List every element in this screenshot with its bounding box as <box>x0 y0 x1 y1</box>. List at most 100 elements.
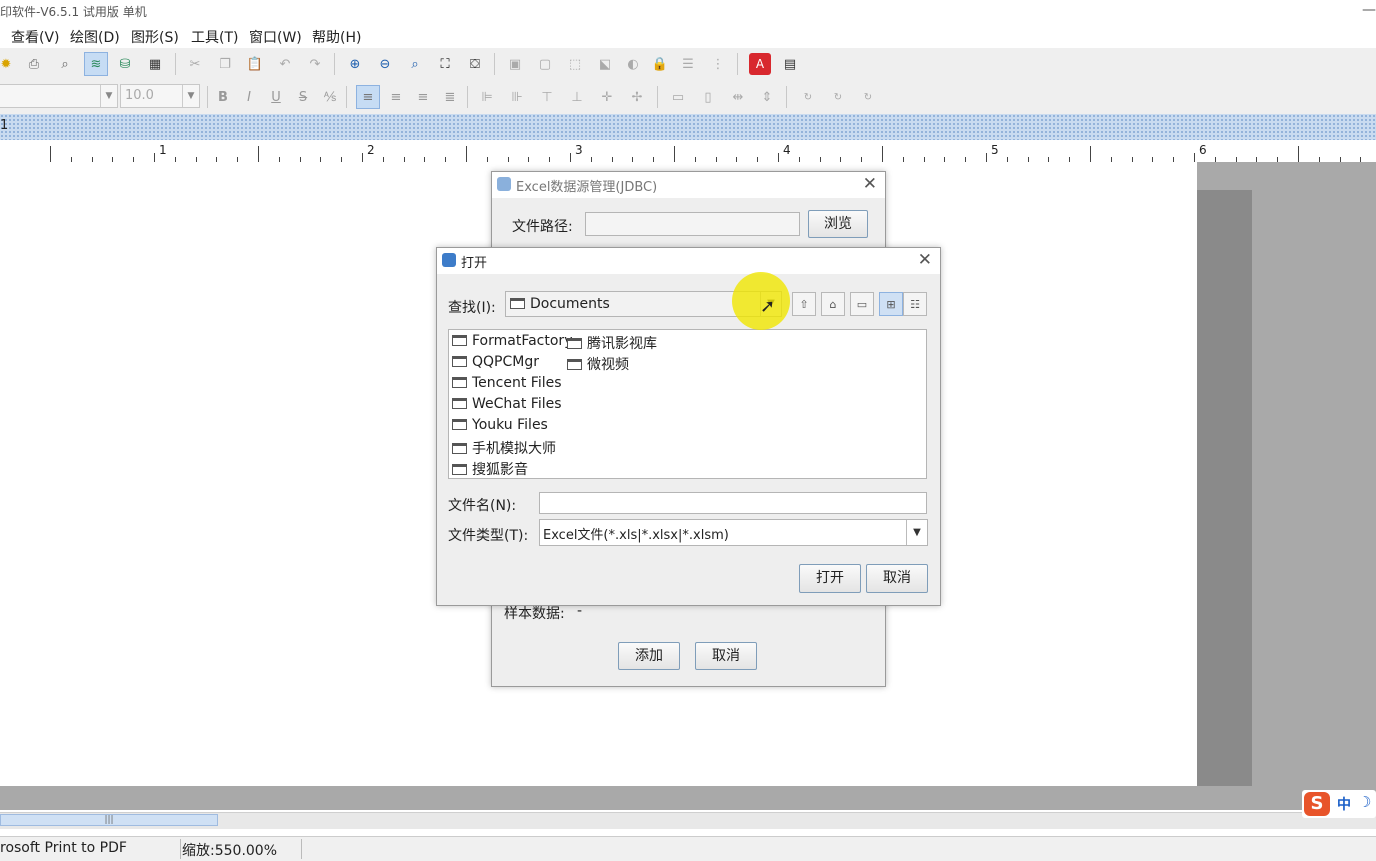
bold-icon[interactable]: B <box>213 87 233 107</box>
group-icon[interactable]: ▣ <box>505 54 525 74</box>
menu-shape[interactable]: 图形(S) <box>131 27 179 47</box>
calculator-icon[interactable]: ▤ <box>780 54 800 74</box>
redo-icon[interactable]: ↷ <box>305 54 325 74</box>
open-button[interactable]: 打开 <box>799 564 861 593</box>
new-folder-icon[interactable]: ▭ <box>850 292 874 316</box>
print-preview-icon[interactable]: ⌕ <box>55 54 75 74</box>
align-center-icon[interactable]: ≡ <box>386 87 406 107</box>
copy-icon[interactable]: ❐ <box>215 54 235 74</box>
menu-view[interactable]: 查看(V) <box>11 27 60 47</box>
text-effect-icon[interactable]: ⅍ <box>320 87 340 107</box>
format-toolbar: ▼ 10.0 ▼ B I U S ⅍ ≡ ≡ ≡ ≣ ⊫ ⊪ ⊤ ⊥ ✛ ✢ ▭… <box>0 80 1376 115</box>
ruler-tick <box>674 146 675 162</box>
list-item[interactable]: FormatFactory <box>452 333 572 349</box>
document-tab[interactable]: 1 <box>0 118 8 133</box>
list-item[interactable]: Youku Files <box>452 417 548 433</box>
align-objects-bottom-icon[interactable]: ⊥ <box>567 87 587 107</box>
select-icon[interactable]: ⬚ <box>565 54 585 74</box>
rotate-270-icon[interactable]: ↻ <box>858 87 878 107</box>
home-folder-icon[interactable]: ⌂ <box>821 292 845 316</box>
pdf-icon[interactable]: A <box>749 53 771 75</box>
up-folder-icon[interactable]: ⇧ <box>792 292 816 316</box>
list-item[interactable]: 手机模拟大师 <box>452 438 556 458</box>
list-item[interactable]: 腾讯影视库 <box>567 333 657 353</box>
list-item[interactable]: QQPCMgr <box>452 354 539 370</box>
center-vertical-icon[interactable]: ✢ <box>627 87 647 107</box>
dialog-header: 打开 ✕ <box>437 248 940 274</box>
strikethrough-icon[interactable]: S <box>293 87 313 107</box>
italic-icon[interactable]: I <box>239 87 259 107</box>
file-path-field[interactable] <box>585 212 800 236</box>
chevron-down-icon[interactable]: ▼ <box>906 520 927 545</box>
ime-mode[interactable]: 中 <box>1337 794 1351 814</box>
space-horizontal-icon[interactable]: ⇹ <box>728 87 748 107</box>
align-objects-top-icon[interactable]: ⊤ <box>537 87 557 107</box>
zoom-in-icon[interactable]: ⊕ <box>345 54 365 74</box>
list-item[interactable]: 微视频 <box>567 354 629 374</box>
menu-tools[interactable]: 工具(T) <box>191 27 238 47</box>
undo-icon[interactable]: ↶ <box>275 54 295 74</box>
list-item[interactable]: WeChat Files <box>452 396 562 412</box>
menu-help[interactable]: 帮助(H) <box>312 27 361 47</box>
moon-icon[interactable]: ☽ <box>1358 793 1371 811</box>
file-name-input[interactable] <box>539 492 927 514</box>
file-type-combo[interactable]: Excel文件(*.xls|*.xlsx|*.xlsm) ▼ <box>539 519 928 546</box>
zoom-out-icon[interactable]: ⊖ <box>375 54 395 74</box>
same-height-icon[interactable]: ▯ <box>698 87 718 107</box>
align-objects-right-icon[interactable]: ⊪ <box>507 87 527 107</box>
paste-icon[interactable]: 📋 <box>245 54 265 74</box>
database-link-icon[interactable]: ⛁ <box>115 54 135 74</box>
list-item[interactable]: Tencent Files <box>452 375 562 391</box>
same-width-icon[interactable]: ▭ <box>668 87 688 107</box>
ime-indicator[interactable]: S 中 ☽ <box>1302 790 1376 818</box>
list-view-icon[interactable]: ⊞ <box>879 292 903 316</box>
space-vertical-icon[interactable]: ⇕ <box>757 87 777 107</box>
minimize-button[interactable]: — <box>1362 2 1376 18</box>
align-right-icon[interactable]: ≡ <box>413 87 433 107</box>
align-left-icon[interactable]: ≡ <box>356 85 380 109</box>
align-objects-left-icon[interactable]: ⊫ <box>477 87 497 107</box>
settings-icon[interactable]: ✹ <box>0 54 16 74</box>
menu-draw[interactable]: 绘图(D) <box>70 27 120 47</box>
close-icon[interactable]: ✕ <box>918 250 932 270</box>
ungroup-icon[interactable]: ▢ <box>535 54 555 74</box>
grid-icon[interactable]: ▦ <box>145 54 165 74</box>
cancel-open-button[interactable]: 取消 <box>866 564 928 593</box>
main-toolbar: ✹ ⎙ ⌕ ≋ ⛁ ▦ ✂ ❐ 📋 ↶ ↷ ⊕ ⊖ ⌕ ⛶ ⛋ ▣ ▢ ⬚ ⬕ … <box>0 48 1376 81</box>
close-icon[interactable]: ✕ <box>863 174 877 194</box>
hide-icon[interactable]: ◐ <box>623 54 643 74</box>
ruler-tick <box>154 153 155 162</box>
zoom-icon[interactable]: ⌕ <box>405 54 425 74</box>
underline-icon[interactable]: U <box>266 87 286 107</box>
center-horizontal-icon[interactable]: ✛ <box>597 87 617 107</box>
lock-icon[interactable]: 🔒 <box>650 54 670 74</box>
transform-icon[interactable]: ⬕ <box>595 54 615 74</box>
font-size-combo[interactable]: 10.0 ▼ <box>120 84 200 108</box>
print-icon[interactable]: ⎙ <box>24 54 44 74</box>
file-list[interactable]: FormatFactory QQPCMgr Tencent Files WeCh… <box>448 329 927 479</box>
scrollbar-thumb[interactable]: ||| <box>0 814 218 826</box>
fit-width-icon[interactable]: ⛋ <box>465 54 485 74</box>
file-path-label: 文件路径: <box>512 219 573 235</box>
justify-icon[interactable]: ≣ <box>440 87 460 107</box>
ruler-tick <box>258 146 259 162</box>
rotate-180-icon[interactable]: ↻ <box>828 87 848 107</box>
ruler-label: 6 <box>1199 143 1207 157</box>
list-item[interactable]: 搜狐影音 <box>452 459 528 479</box>
details-view-icon[interactable]: ☷ <box>903 292 927 316</box>
align-icon[interactable]: ☰ <box>678 54 698 74</box>
file-type-label: 文件类型(T): <box>448 528 529 544</box>
menu-window[interactable]: 窗口(W) <box>249 27 302 47</box>
add-button[interactable]: 添加 <box>618 642 680 670</box>
cancel-button[interactable]: 取消 <box>695 642 757 670</box>
database-icon[interactable]: ≋ <box>84 52 108 76</box>
cut-icon[interactable]: ✂ <box>185 54 205 74</box>
app-logo-icon <box>442 253 456 267</box>
browse-button[interactable]: 浏览 <box>808 210 868 238</box>
folder-icon <box>452 335 467 346</box>
font-name-combo[interactable]: ▼ <box>0 84 118 108</box>
rotate-90-icon[interactable]: ↻ <box>798 87 818 107</box>
distribute-icon[interactable]: ⋮ <box>708 54 728 74</box>
fit-page-icon[interactable]: ⛶ <box>435 54 455 74</box>
ruler-label: 2 <box>367 143 375 157</box>
